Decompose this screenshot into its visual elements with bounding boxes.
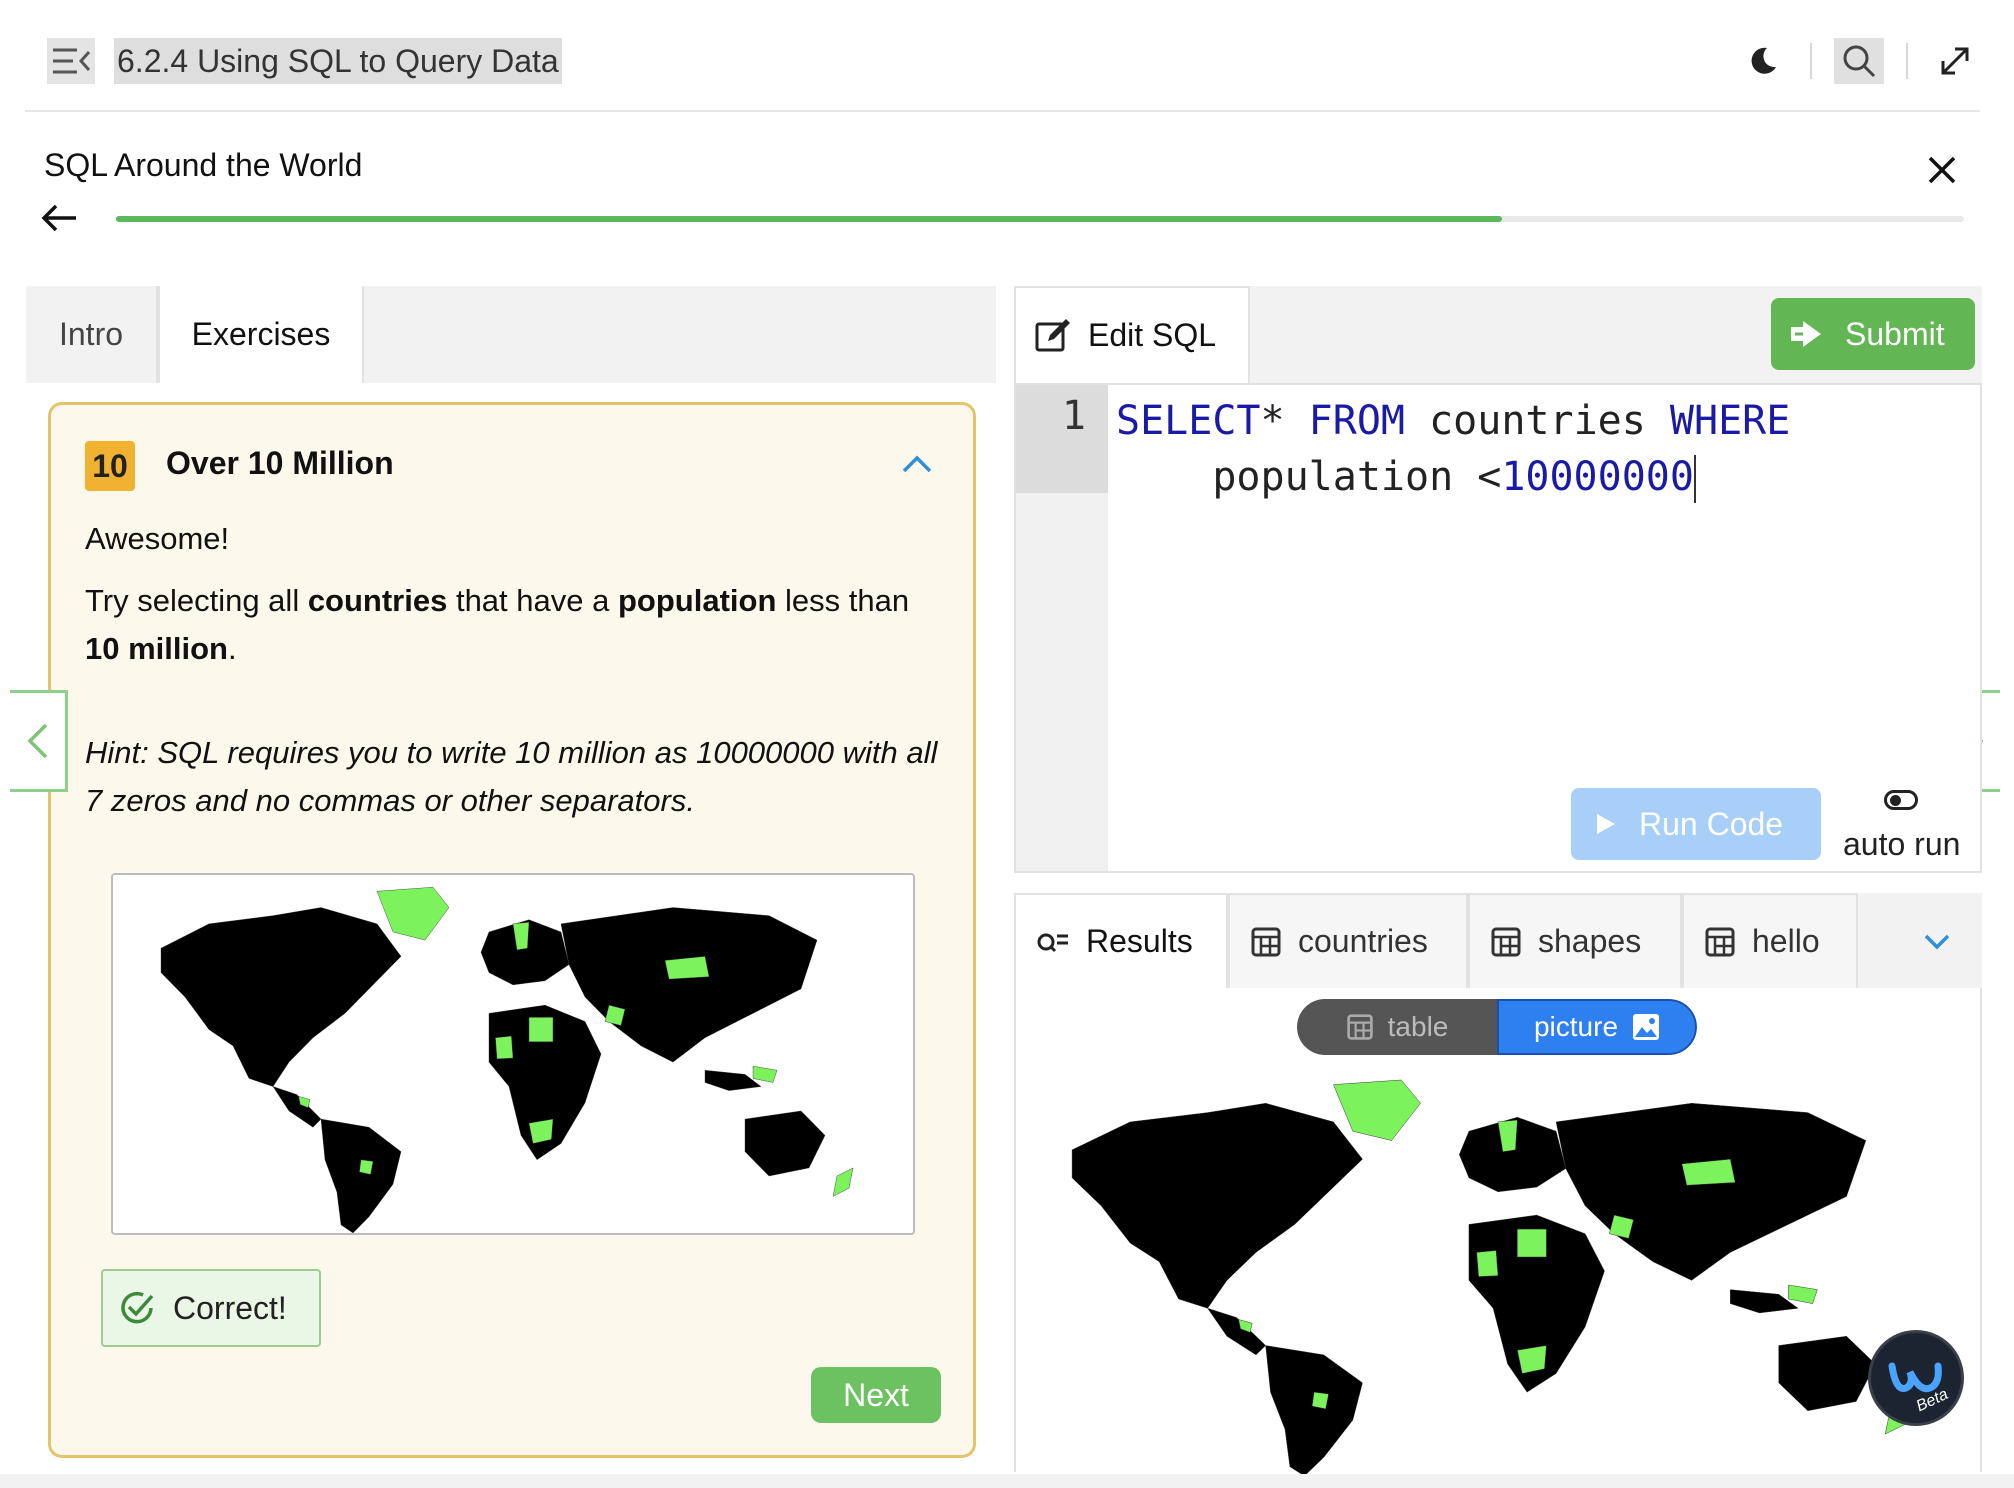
image-icon [1633, 1014, 1660, 1040]
country-shape-south-america [1265, 1345, 1363, 1477]
play-icon [1597, 814, 1615, 834]
table-icon [1705, 927, 1735, 956]
close-icon[interactable] [1922, 150, 1962, 190]
country-shape-botswana [1517, 1345, 1547, 1374]
exercise-hint: Hint: SQL requires you to write 10 milli… [85, 735, 938, 818]
table-icon [1346, 1014, 1373, 1040]
run-code-button[interactable]: Run Code [1571, 788, 1821, 860]
country-shape-indonesia [1730, 1289, 1799, 1314]
text-cursor [1693, 455, 1696, 503]
progress-fill [116, 216, 1502, 222]
auto-run-toggle[interactable] [1884, 790, 1918, 810]
assistant-logo[interactable] [1868, 1330, 1964, 1426]
country-shape-mauritania [1476, 1250, 1499, 1277]
bottom-strip [0, 1474, 2014, 1488]
country-shape-indonesia [704, 1070, 762, 1091]
tab-countries[interactable]: countries [1228, 893, 1468, 988]
correct-badge: Correct! [101, 1269, 321, 1347]
submit-button[interactable]: Submit [1771, 298, 1975, 370]
expected-world-map [111, 873, 915, 1235]
country-shape-australia [744, 1110, 826, 1177]
view-table-button[interactable]: table [1297, 999, 1497, 1055]
expand-icon[interactable] [1930, 38, 1980, 84]
view-toggle[interactable]: table picture [1297, 999, 1697, 1055]
table-icon [1251, 927, 1281, 956]
country-shape-asia [1555, 1103, 1867, 1281]
edit-icon [1035, 318, 1070, 351]
moon-icon[interactable] [1738, 38, 1788, 84]
result-world-map [1014, 1066, 1982, 1477]
menu-collapse-icon[interactable] [47, 38, 95, 84]
feedback-text: Awesome! [85, 521, 230, 556]
country-shape-north-america [1071, 1103, 1363, 1309]
table-icon [1491, 927, 1521, 956]
country-shape-south-america-small [359, 1159, 374, 1175]
back-arrow-icon[interactable] [40, 200, 80, 236]
country-shape-papua [752, 1065, 778, 1083]
country-shape-greenland [376, 886, 450, 941]
country-shape-libya [1517, 1228, 1547, 1258]
tab-edit-sql[interactable]: Edit SQL [1014, 286, 1250, 383]
country-shape-botswana [528, 1118, 554, 1144]
auto-run-label: auto run [1843, 826, 1961, 862]
course-title[interactable]: 6.2.4 Using SQL to Query Data [114, 38, 562, 84]
chevron-down-icon[interactable] [1920, 924, 1954, 958]
country-shape-central-america [1207, 1307, 1267, 1356]
lesson-progress-bar [116, 216, 1964, 222]
country-shape-mongolia [664, 956, 710, 980]
exercise-number-badge: 10 [85, 441, 135, 491]
country-shape-mongolia [1681, 1158, 1736, 1186]
tab-intro[interactable]: Intro [26, 286, 158, 383]
top-bar: 6.2.4 Using SQL to Query Data [25, 8, 1980, 112]
line-number: 1 [1061, 393, 1086, 439]
country-shape-asia [560, 907, 818, 1063]
check-circle-icon [117, 1288, 157, 1328]
divider [1810, 43, 1812, 79]
tab-results[interactable]: Results [1014, 893, 1228, 988]
tab-shapes[interactable]: shapes [1468, 893, 1682, 988]
sql-code-editor[interactable]: 1 SELECT* FROM countries WHERE populatio… [1014, 383, 1982, 873]
view-picture-button[interactable]: picture [1497, 999, 1697, 1055]
tab-hello[interactable]: hello [1682, 893, 1858, 988]
results-tabs: Results countries shapes hello [1014, 893, 1982, 988]
lesson-title: SQL Around the World [44, 147, 363, 183]
exercise-tabs: Intro Exercises [26, 286, 996, 383]
chevron-left-icon [27, 723, 47, 759]
tab-exercises[interactable]: Exercises [158, 286, 364, 383]
country-shape-libya [528, 1017, 554, 1042]
previous-exercise-button[interactable] [10, 690, 68, 792]
country-shape-central-america [272, 1086, 322, 1128]
country-shape-south-america [320, 1118, 402, 1233]
exercise-card: 10 Over 10 Million Awesome! Try selectin… [48, 402, 976, 1458]
country-shape-south-america-small [1311, 1391, 1329, 1410]
country-shape-greenland [1333, 1079, 1421, 1141]
next-button[interactable]: Next [811, 1367, 941, 1423]
country-shape-papua [1788, 1284, 1818, 1304]
submit-icon [1791, 321, 1821, 347]
chevron-up-icon[interactable] [899, 449, 935, 479]
correct-label: Correct! [173, 1289, 287, 1326]
country-shape-north-america [160, 907, 402, 1087]
divider [1906, 43, 1908, 79]
exercise-title: Over 10 Million [166, 445, 394, 481]
country-shape-australia [1778, 1335, 1876, 1412]
exercise-prompt: Try selecting all countries that have a … [85, 583, 910, 666]
country-shape-mauritania [495, 1035, 514, 1060]
search-icon[interactable] [1834, 38, 1884, 84]
results-icon [1037, 933, 1068, 952]
sql-code[interactable]: SELECT* FROM countries WHERE population … [1116, 393, 1790, 505]
country-shape-new-zealand [832, 1167, 854, 1197]
